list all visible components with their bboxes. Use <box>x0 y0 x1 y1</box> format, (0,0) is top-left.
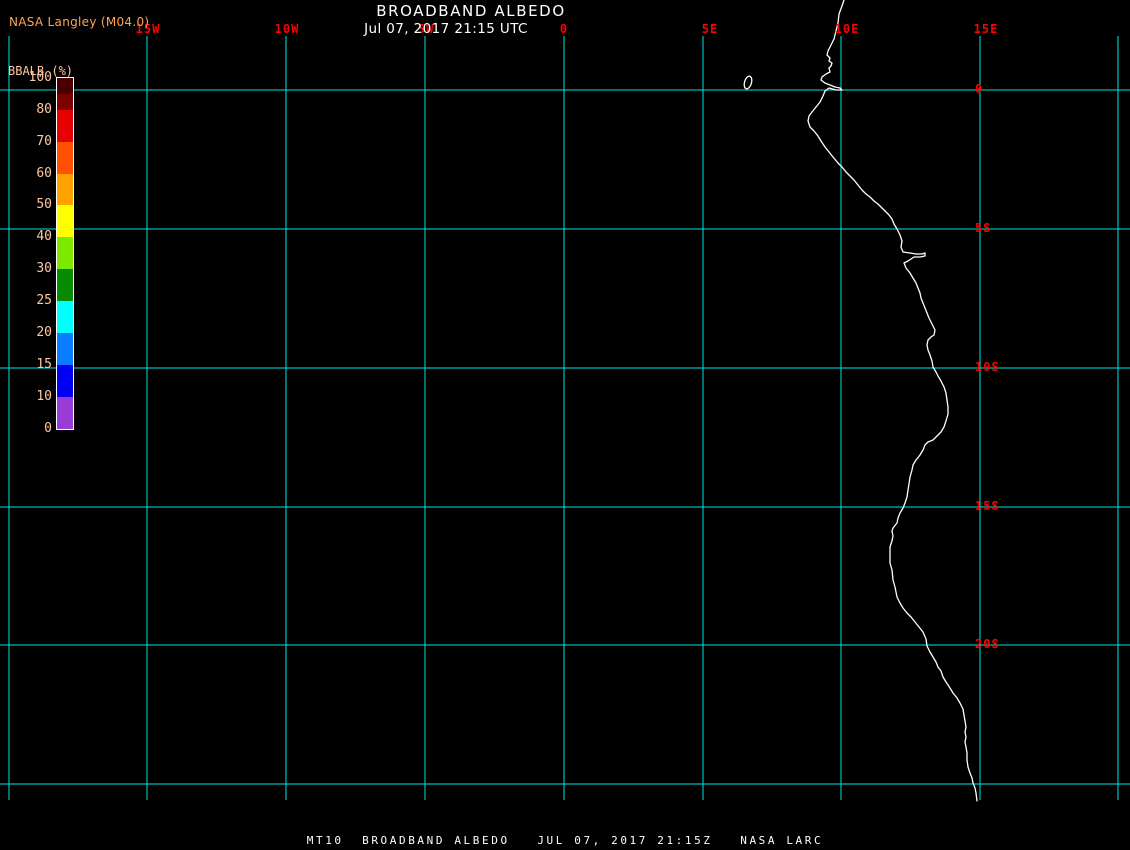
colorbar-tick-25: 25 <box>36 293 52 308</box>
lon-label-5E: 5E <box>701 22 719 36</box>
lon-label-10E: 10E <box>834 22 860 36</box>
colorbar-tick-0: 0 <box>44 421 52 436</box>
lon-label-0: 0 <box>559 22 569 36</box>
colorbar-tick-15: 15 <box>36 357 52 372</box>
colorbar <box>56 77 74 430</box>
colorbar-tick-40: 40 <box>36 229 52 244</box>
colorbar-segment-25-30 <box>57 269 73 301</box>
lon-label-15E: 15E <box>973 22 999 36</box>
lat-label-0: 0 <box>975 82 984 96</box>
colorbar-tick-10: 10 <box>36 389 52 404</box>
lat-label-10S: 10S <box>975 360 1000 374</box>
colorbar-segment-90-100 <box>57 78 73 94</box>
lon-label-10W: 10W <box>274 22 300 36</box>
colorbar-tick-30: 30 <box>36 261 52 276</box>
lat-label-15S: 15S <box>975 499 1000 513</box>
page-title: BROADBAND ALBEDO <box>376 2 566 20</box>
colorbar-tick-20: 20 <box>36 325 52 340</box>
albedo-map-viewer: { "header": { "agency_label": "NASA Lang… <box>0 0 1130 850</box>
colorbar-segment-0-10 <box>57 397 73 429</box>
colorbar-tick-60: 60 <box>36 166 52 181</box>
map-canvas <box>0 0 1130 802</box>
datetime-label: Jul 07, 2017 21:15 UTC <box>364 21 528 37</box>
colorbar-segment-50-60 <box>57 174 73 205</box>
colorbar-segment-15-20 <box>57 333 73 365</box>
colorbar-segment-30-40 <box>57 237 73 269</box>
coastline <box>807 0 978 802</box>
colorbar-segment-70-80 <box>57 110 73 142</box>
lat-label-5S: 5S <box>975 221 992 235</box>
agency-label: NASA Langley (M04.0) <box>9 15 150 29</box>
colorbar-segment-20-25 <box>57 301 73 333</box>
footer-caption: MT10 BROADBAND ALBEDO JUL 07, 2017 21:15… <box>306 834 824 847</box>
island-outline <box>743 75 753 90</box>
colorbar-segment-80-90 <box>57 94 73 110</box>
lat-label-20S: 20S <box>975 637 1000 651</box>
colorbar-tick-100: 100 <box>28 70 52 85</box>
colorbar-tick-50: 50 <box>36 197 52 212</box>
colorbar-segment-10-15 <box>57 365 73 397</box>
colorbar-segment-60-70 <box>57 142 73 174</box>
colorbar-tick-80: 80 <box>36 102 52 117</box>
colorbar-tick-70: 70 <box>36 134 52 149</box>
colorbar-segment-40-50 <box>57 205 73 237</box>
